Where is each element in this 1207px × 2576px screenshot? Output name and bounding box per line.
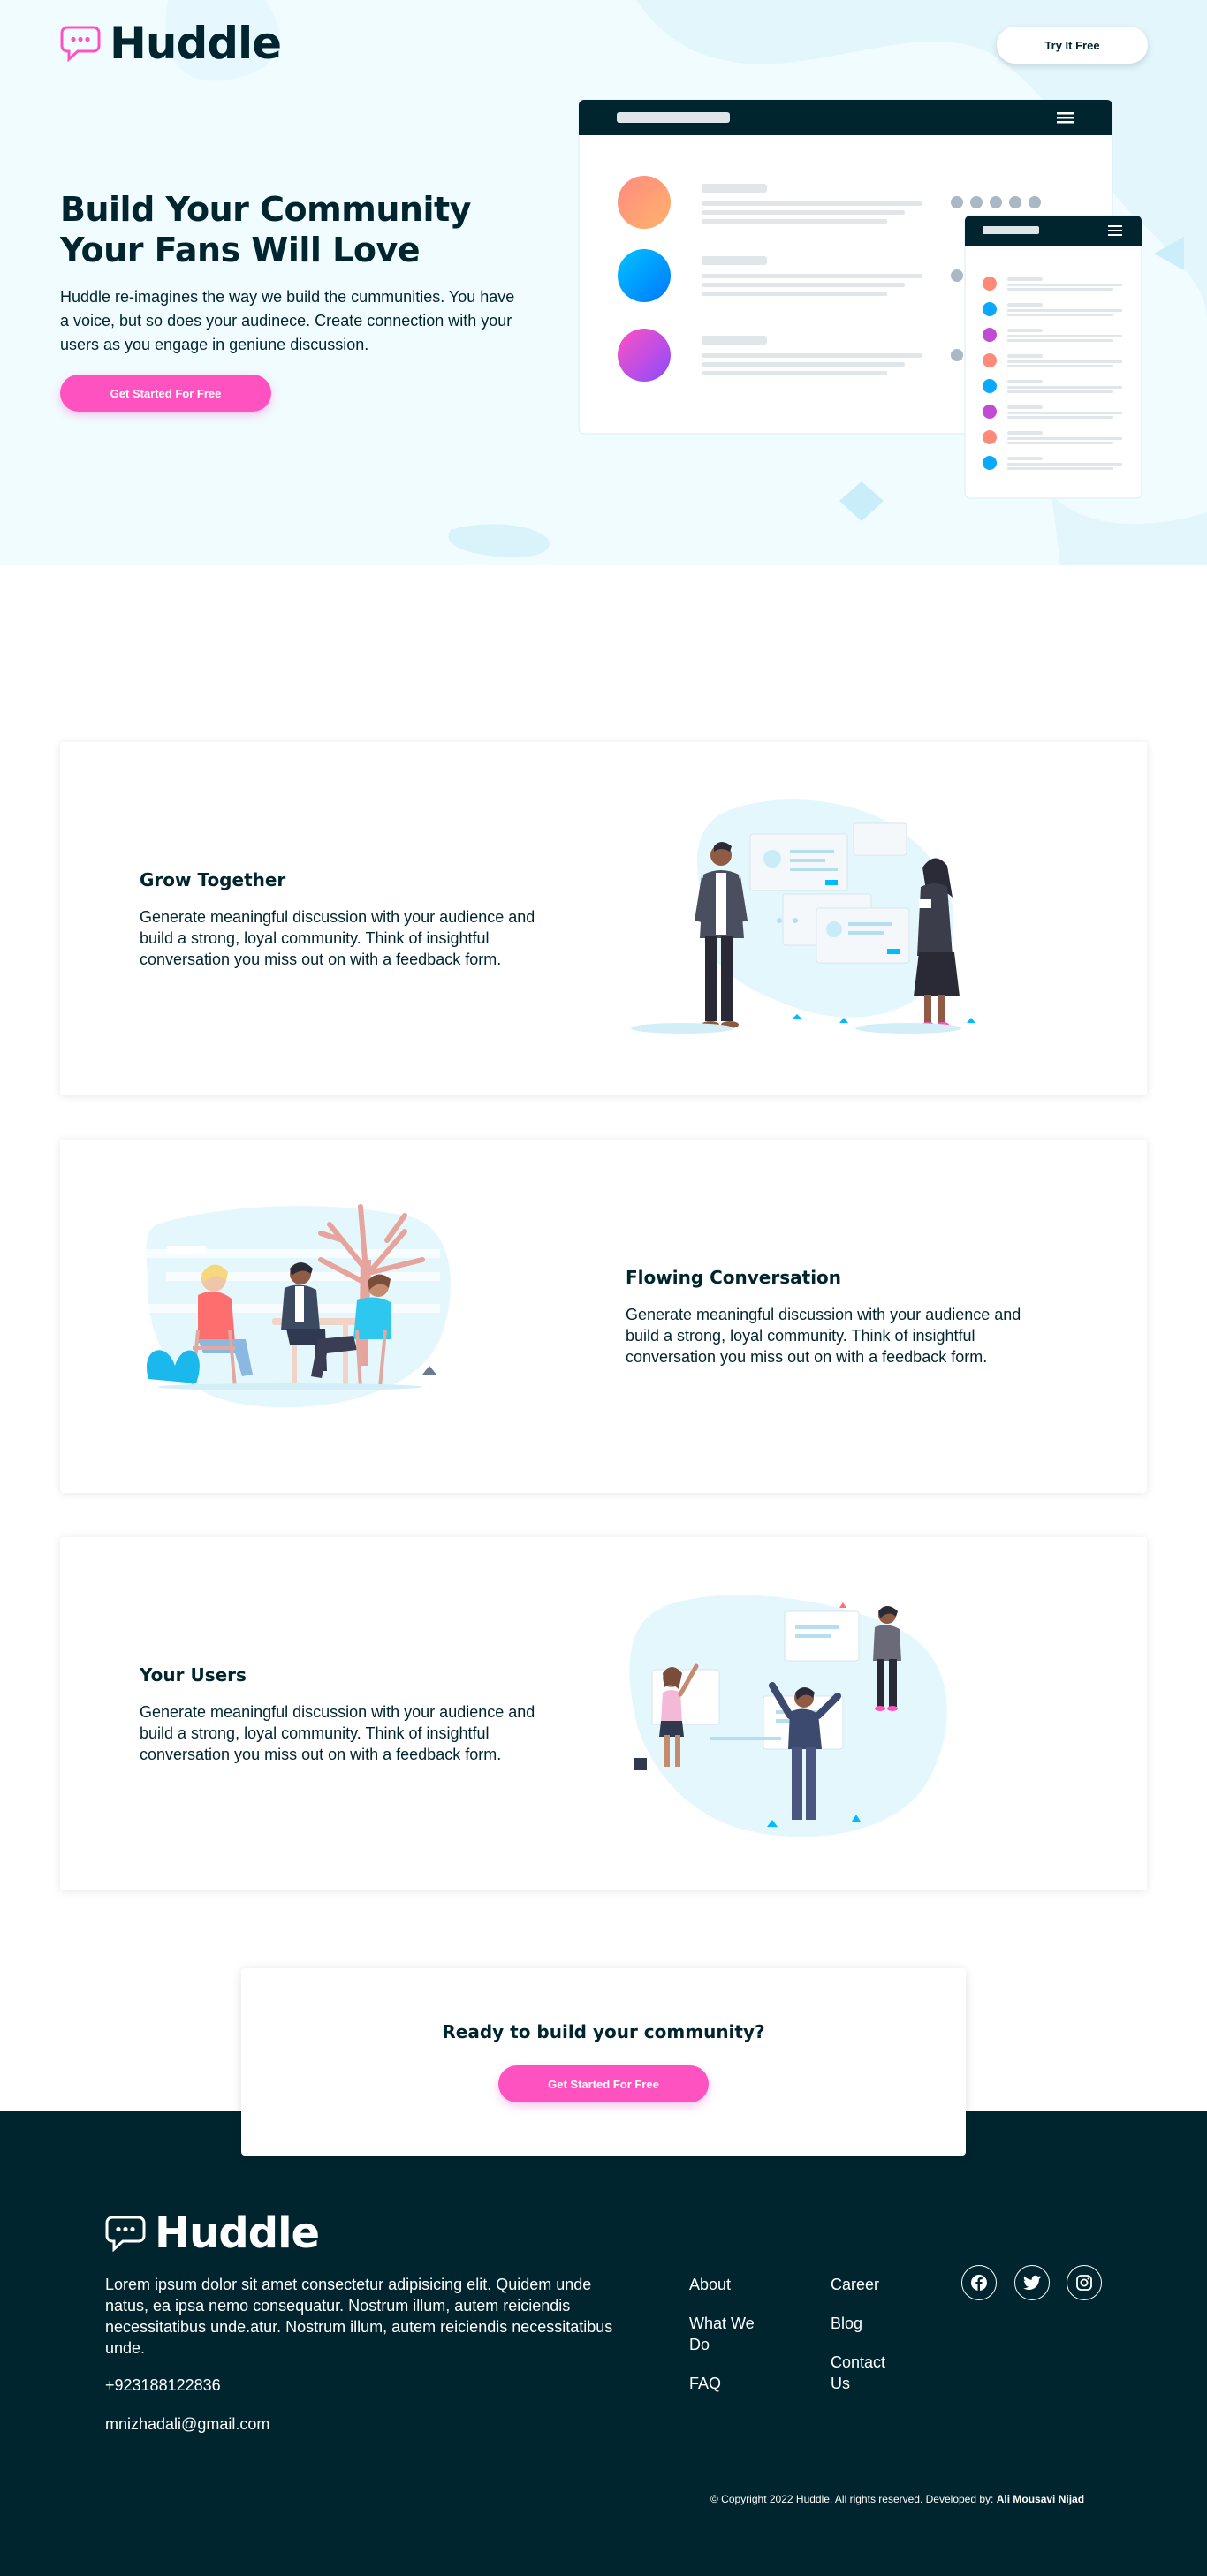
footer-link-faq[interactable]: FAQ <box>689 2373 721 2394</box>
feature-title: Grow Together <box>140 869 286 890</box>
footer-email[interactable]: mnizhadali@gmail.com <box>105 2415 269 2434</box>
footer-phone[interactable]: +923188122836 <box>105 2376 221 2395</box>
cta-section: Ready to build your community? Get Start… <box>241 1968 966 2156</box>
footer-link-about[interactable]: About <box>689 2274 731 2295</box>
hero-title: Build Your Community Your Fans Will Love <box>60 190 471 269</box>
hero-description: Huddle re-imagines the way we build the … <box>60 288 515 353</box>
feature-card-flowing-conversation: Flowing Conversation Generate meaningful… <box>60 1140 1147 1493</box>
hero-get-started-button[interactable]: Get Started For Free <box>60 375 271 412</box>
brand-logo[interactable]: Huddle <box>60 18 282 69</box>
cta-title: Ready to build your community? <box>442 2021 765 2042</box>
chat-bubble-logo-icon <box>105 2216 146 2252</box>
footer-logo[interactable]: Huddle <box>105 2209 320 2258</box>
facebook-icon[interactable] <box>961 2265 997 2300</box>
flowing-conversation-illustration <box>140 1204 451 1408</box>
app-mockup-illustration <box>578 99 1142 499</box>
twitter-icon[interactable] <box>1014 2265 1050 2300</box>
instagram-glyph-icon <box>1076 2275 1092 2291</box>
copyright-text: © Copyright 2022 Huddle. All rights rese… <box>710 2493 994 2505</box>
feature-title: Flowing Conversation <box>626 1267 842 1288</box>
footer-description: Lorem ipsum dolor sit amet consectetur a… <box>105 2276 613 2357</box>
your-users-illustration <box>629 1595 947 1837</box>
brand-name: Huddle <box>110 18 282 69</box>
feature-card-your-users: Your Users Generate meaningful discussio… <box>60 1537 1147 1890</box>
footer: Huddle Lorem ipsum dolor sit amet consec… <box>0 2111 1207 2576</box>
footer-brand-name: Huddle <box>155 2209 320 2258</box>
twitter-glyph-icon <box>1023 2275 1041 2290</box>
footer-link-what-we-do[interactable]: What We Do <box>689 2313 769 2355</box>
instagram-icon[interactable] <box>1067 2265 1102 2300</box>
chat-bubble-logo-icon <box>60 26 101 62</box>
feature-text: Generate meaningful discussion with your… <box>140 1703 535 1763</box>
cta-get-started-button[interactable]: Get Started For Free <box>498 2065 709 2102</box>
facebook-glyph-icon <box>971 2275 987 2291</box>
footer-link-blog[interactable]: Blog <box>831 2313 862 2334</box>
footer-link-contact-us[interactable]: Contact Us <box>831 2352 901 2394</box>
hero-section: Huddle Try It Free Build Your Community … <box>0 0 1207 565</box>
feature-card-grow-together: Grow Together Generate meaningful discus… <box>60 742 1147 1095</box>
try-it-free-button[interactable]: Try It Free <box>997 27 1148 64</box>
copyright-notice: © Copyright 2022 Huddle. All rights rese… <box>710 2493 1084 2505</box>
developer-link[interactable]: Ali Mousavi Nijad <box>997 2493 1084 2505</box>
feature-title: Your Users <box>140 1664 247 1686</box>
feature-text: Generate meaningful discussion with your… <box>626 1306 1021 1366</box>
grow-together-illustration <box>631 799 975 1034</box>
footer-link-career[interactable]: Career <box>831 2274 879 2295</box>
feature-text: Generate meaningful discussion with your… <box>140 908 535 968</box>
